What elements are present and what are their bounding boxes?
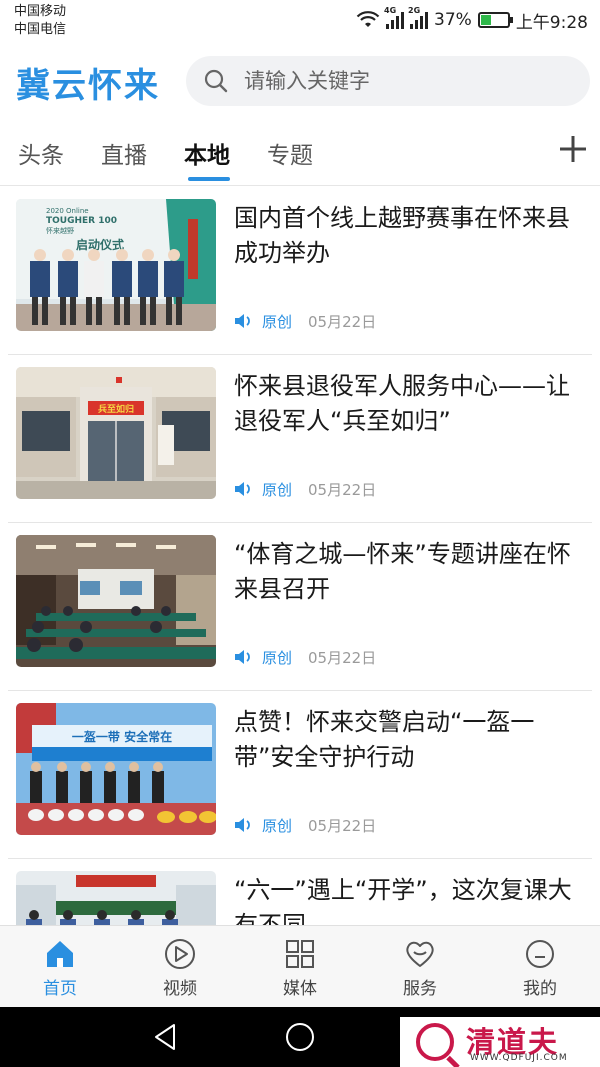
network-type-2: 2G [408, 6, 421, 15]
app-title: 冀云怀来 [16, 66, 160, 106]
smiley-icon [526, 940, 554, 968]
news-item[interactable]: 一盔一带 安全常在 点赞！怀来交警启动“一盔一带”安全守护行动 原创 05月22… [0, 691, 600, 859]
news-meta: 原创 05月22日 [234, 311, 376, 331]
news-item[interactable]: 兵至如归 怀来县退役军人服务中心——让退役军人“兵至如归” 原创 05月22日 [0, 355, 600, 523]
back-icon[interactable] [150, 1021, 182, 1053]
news-date: 05月22日 [308, 816, 377, 835]
clock: 上午9:28 [515, 12, 588, 33]
app-header: 冀云怀来 [0, 44, 600, 120]
news-thumbnail: 一盔一带 安全常在 [16, 703, 216, 835]
nav-label: 视频 [163, 979, 197, 999]
speaker-icon[interactable] [234, 817, 252, 833]
news-item[interactable]: “体育之城—怀来”专题讲座在怀来县召开 原创 05月22日 [0, 523, 600, 691]
add-channel-icon[interactable] [558, 134, 588, 164]
news-thumbnail [16, 535, 216, 667]
search-icon [204, 69, 228, 93]
status-bar: 中国移动 中国电信 4G 2G 37% 上午9:28 [0, 0, 600, 44]
nav-label: 服务 [403, 979, 437, 999]
news-thumbnail [16, 871, 216, 925]
news-meta: 原创 05月22日 [234, 815, 376, 835]
watermark-url: WWW.QDFUJI.COM [470, 1053, 568, 1063]
thumb-text: 兵至如归 [98, 403, 134, 415]
watermark-logo: 清道夫 WWW.QDFUJI.COM [400, 1017, 600, 1067]
news-title: “体育之城—怀来”专题讲座在怀来县召开 [234, 540, 571, 603]
news-title: 国内首个线上越野赛事在怀来县成功举办 [234, 204, 570, 267]
search-bar[interactable] [186, 56, 590, 106]
bottom-navigation: 首页 视频 媒体 服务 我的 [0, 925, 600, 1007]
signal-icon: 4G [384, 6, 405, 29]
speaker-icon[interactable] [234, 649, 252, 665]
nav-label: 媒体 [283, 979, 317, 999]
nav-home[interactable]: 首页 [0, 926, 120, 1008]
thumb-text: 一盔一带 安全常在 [72, 729, 172, 744]
news-meta: 原创 05月22日 [234, 479, 376, 499]
watermark-mark-icon [416, 1023, 454, 1061]
thumb-text: 怀来越野 [46, 226, 74, 235]
active-tab-indicator [188, 177, 230, 181]
carrier-1: 中国移动 [14, 4, 67, 19]
search-input[interactable] [244, 56, 564, 106]
nav-service[interactable]: 服务 [360, 926, 480, 1008]
news-date: 05月22日 [308, 648, 377, 667]
news-item[interactable]: 2020 Online TOUGHER 100 怀来越野 启动仪式 国内首个线上… [0, 187, 600, 355]
news-title: 怀来县退役军人服务中心——让退役军人“兵至如归” [234, 372, 570, 435]
carrier-2: 中国电信 [14, 22, 67, 37]
signal-icon-2: 2G [408, 6, 429, 29]
news-date: 05月22日 [308, 312, 377, 331]
wifi-icon [356, 11, 380, 27]
nav-label: 首页 [43, 979, 77, 999]
tab-live[interactable]: 直播 [101, 136, 147, 170]
news-date: 05月22日 [308, 480, 377, 499]
news-thumbnail: 2020 Online TOUGHER 100 怀来越野 启动仪式 [16, 199, 216, 331]
nav-media[interactable]: 媒体 [240, 926, 360, 1008]
battery-icon [477, 12, 513, 28]
tab-topics[interactable]: 专题 [267, 136, 313, 170]
nav-profile[interactable]: 我的 [480, 926, 600, 1008]
news-item[interactable]: “六一”遇上“开学”，这次复课大有不同 [0, 859, 600, 925]
news-list: 2020 Online TOUGHER 100 怀来越野 启动仪式 国内首个线上… [0, 187, 600, 925]
news-tag: 原创 [262, 816, 293, 835]
news-tag: 原创 [262, 312, 293, 331]
play-icon [165, 939, 195, 969]
speaker-icon[interactable] [234, 481, 252, 497]
thumb-text: TOUGHER 100 [46, 216, 117, 226]
news-meta: 原创 05月22日 [234, 647, 376, 667]
home-icon [47, 941, 73, 967]
nav-label: 我的 [523, 979, 557, 999]
news-tag: 原创 [262, 648, 293, 667]
news-tag: 原创 [262, 480, 293, 499]
tab-local[interactable]: 本地 [184, 136, 230, 170]
nav-video[interactable]: 视频 [120, 926, 240, 1008]
news-thumbnail: 兵至如归 [16, 367, 216, 499]
thumb-text: 启动仪式 [76, 237, 124, 252]
battery-percent: 37% [434, 10, 472, 30]
heart-icon [406, 941, 434, 967]
speaker-icon[interactable] [234, 313, 252, 329]
tab-headlines[interactable]: 头条 [18, 136, 64, 170]
network-type-1: 4G [384, 6, 397, 15]
system-indicators: 4G 2G 37% 上午9:28 [356, 6, 588, 33]
system-navigation-bar: 清道夫 WWW.QDFUJI.COM [0, 1007, 600, 1067]
thumb-text: 2020 Online [46, 207, 89, 215]
channel-tabs: 头条 直播 本地 专题 [0, 120, 600, 186]
news-title: 点赞！怀来交警启动“一盔一带”安全守护行动 [234, 708, 535, 771]
news-title: “六一”遇上“开学”，这次复课大有不同 [234, 876, 572, 925]
grid-icon [286, 940, 314, 968]
home-circle-icon[interactable] [284, 1021, 316, 1053]
app-screen: 中国移动 中国电信 4G 2G 37% 上午9:28 冀云怀来 请输入关键字 头… [0, 0, 600, 1067]
